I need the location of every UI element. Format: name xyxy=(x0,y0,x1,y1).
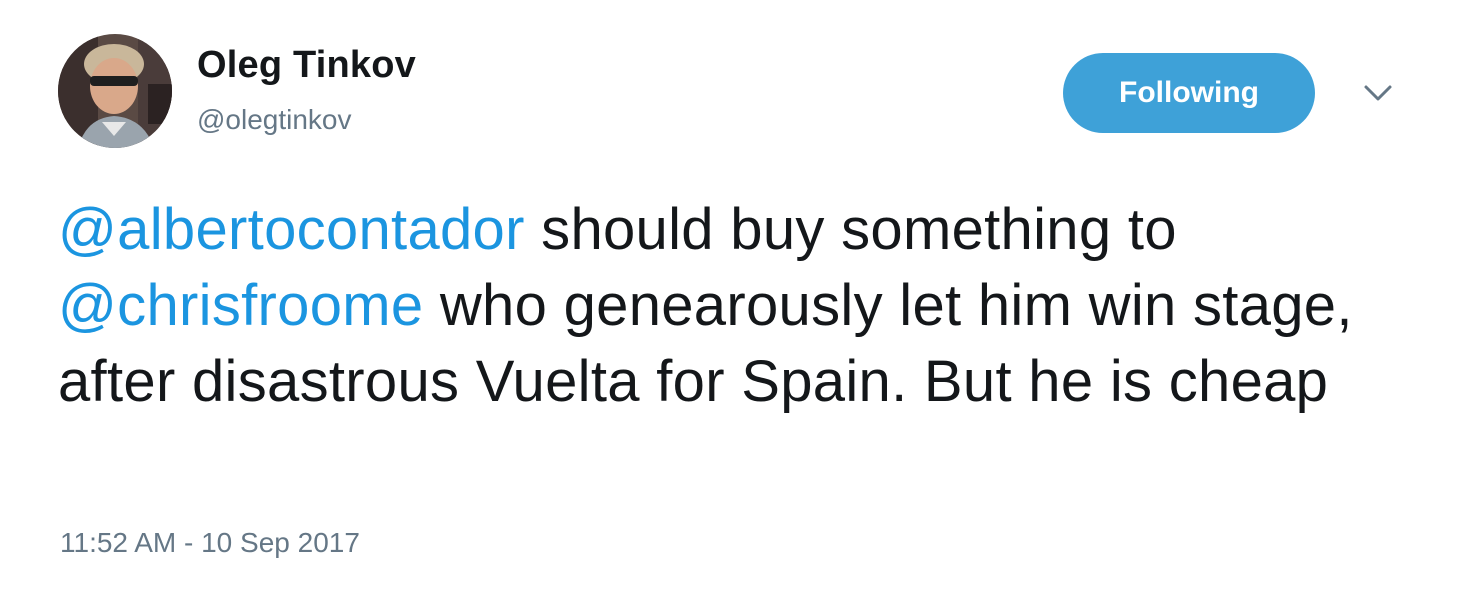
author-handle[interactable]: @olegtinkov xyxy=(197,104,352,136)
tweet-card: Oleg Tinkov @olegtinkov Following @alber… xyxy=(0,0,1460,590)
following-button[interactable]: Following xyxy=(1063,53,1315,133)
mention-link-albertocontador[interactable]: @albertocontador xyxy=(58,197,525,262)
mention-link-chrisfroome[interactable]: @chrisfroome xyxy=(58,273,423,338)
avatar[interactable] xyxy=(58,34,172,148)
tweet-text-segment: should buy something to xyxy=(524,197,1177,262)
tweet-timestamp[interactable]: 11:52 AM - 10 Sep 2017 xyxy=(60,527,360,559)
chevron-down-icon[interactable] xyxy=(1356,78,1400,108)
avatar-image xyxy=(58,34,172,148)
author-name[interactable]: Oleg Tinkov xyxy=(197,44,416,87)
tweet-text: @albertocontador should buy something to… xyxy=(58,192,1418,420)
